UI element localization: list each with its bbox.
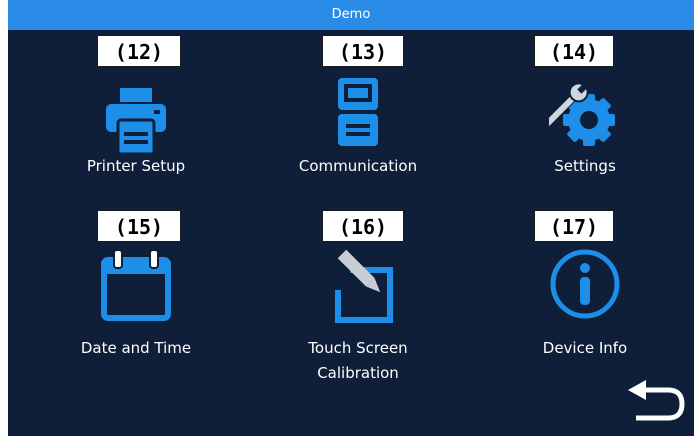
calendar-icon bbox=[101, 249, 171, 321]
device-info-label: Device Info bbox=[542, 339, 628, 357]
callout-17: (17) bbox=[534, 210, 614, 242]
info-icon bbox=[550, 249, 620, 319]
communication-icon bbox=[338, 78, 378, 146]
back-arrow-icon[interactable] bbox=[624, 380, 686, 422]
date-and-time-button[interactable]: Date and Time bbox=[46, 240, 226, 410]
title-bar: Demo bbox=[8, 0, 694, 30]
settings-icon bbox=[549, 82, 615, 146]
callout-15: (15) bbox=[97, 210, 181, 242]
calibration-icon bbox=[335, 249, 393, 323]
communication-label: Communication bbox=[298, 157, 418, 175]
callout-16: (16) bbox=[322, 210, 404, 242]
callout-14: (14) bbox=[534, 35, 614, 67]
settings-label: Settings bbox=[554, 157, 616, 175]
touch-screen-calibration-button[interactable]: Touch Screen Calibration bbox=[268, 240, 448, 410]
window-title: Demo bbox=[331, 7, 371, 22]
touch-screen-label-line2: Calibration bbox=[317, 364, 399, 382]
printer-setup-label: Printer Setup bbox=[86, 157, 186, 175]
callout-13: (13) bbox=[322, 35, 404, 67]
printer-icon bbox=[106, 88, 166, 156]
callout-12: (12) bbox=[97, 35, 181, 67]
touch-screen-label-line1: Touch Screen bbox=[308, 339, 408, 357]
date-and-time-label: Date and Time bbox=[80, 339, 192, 357]
